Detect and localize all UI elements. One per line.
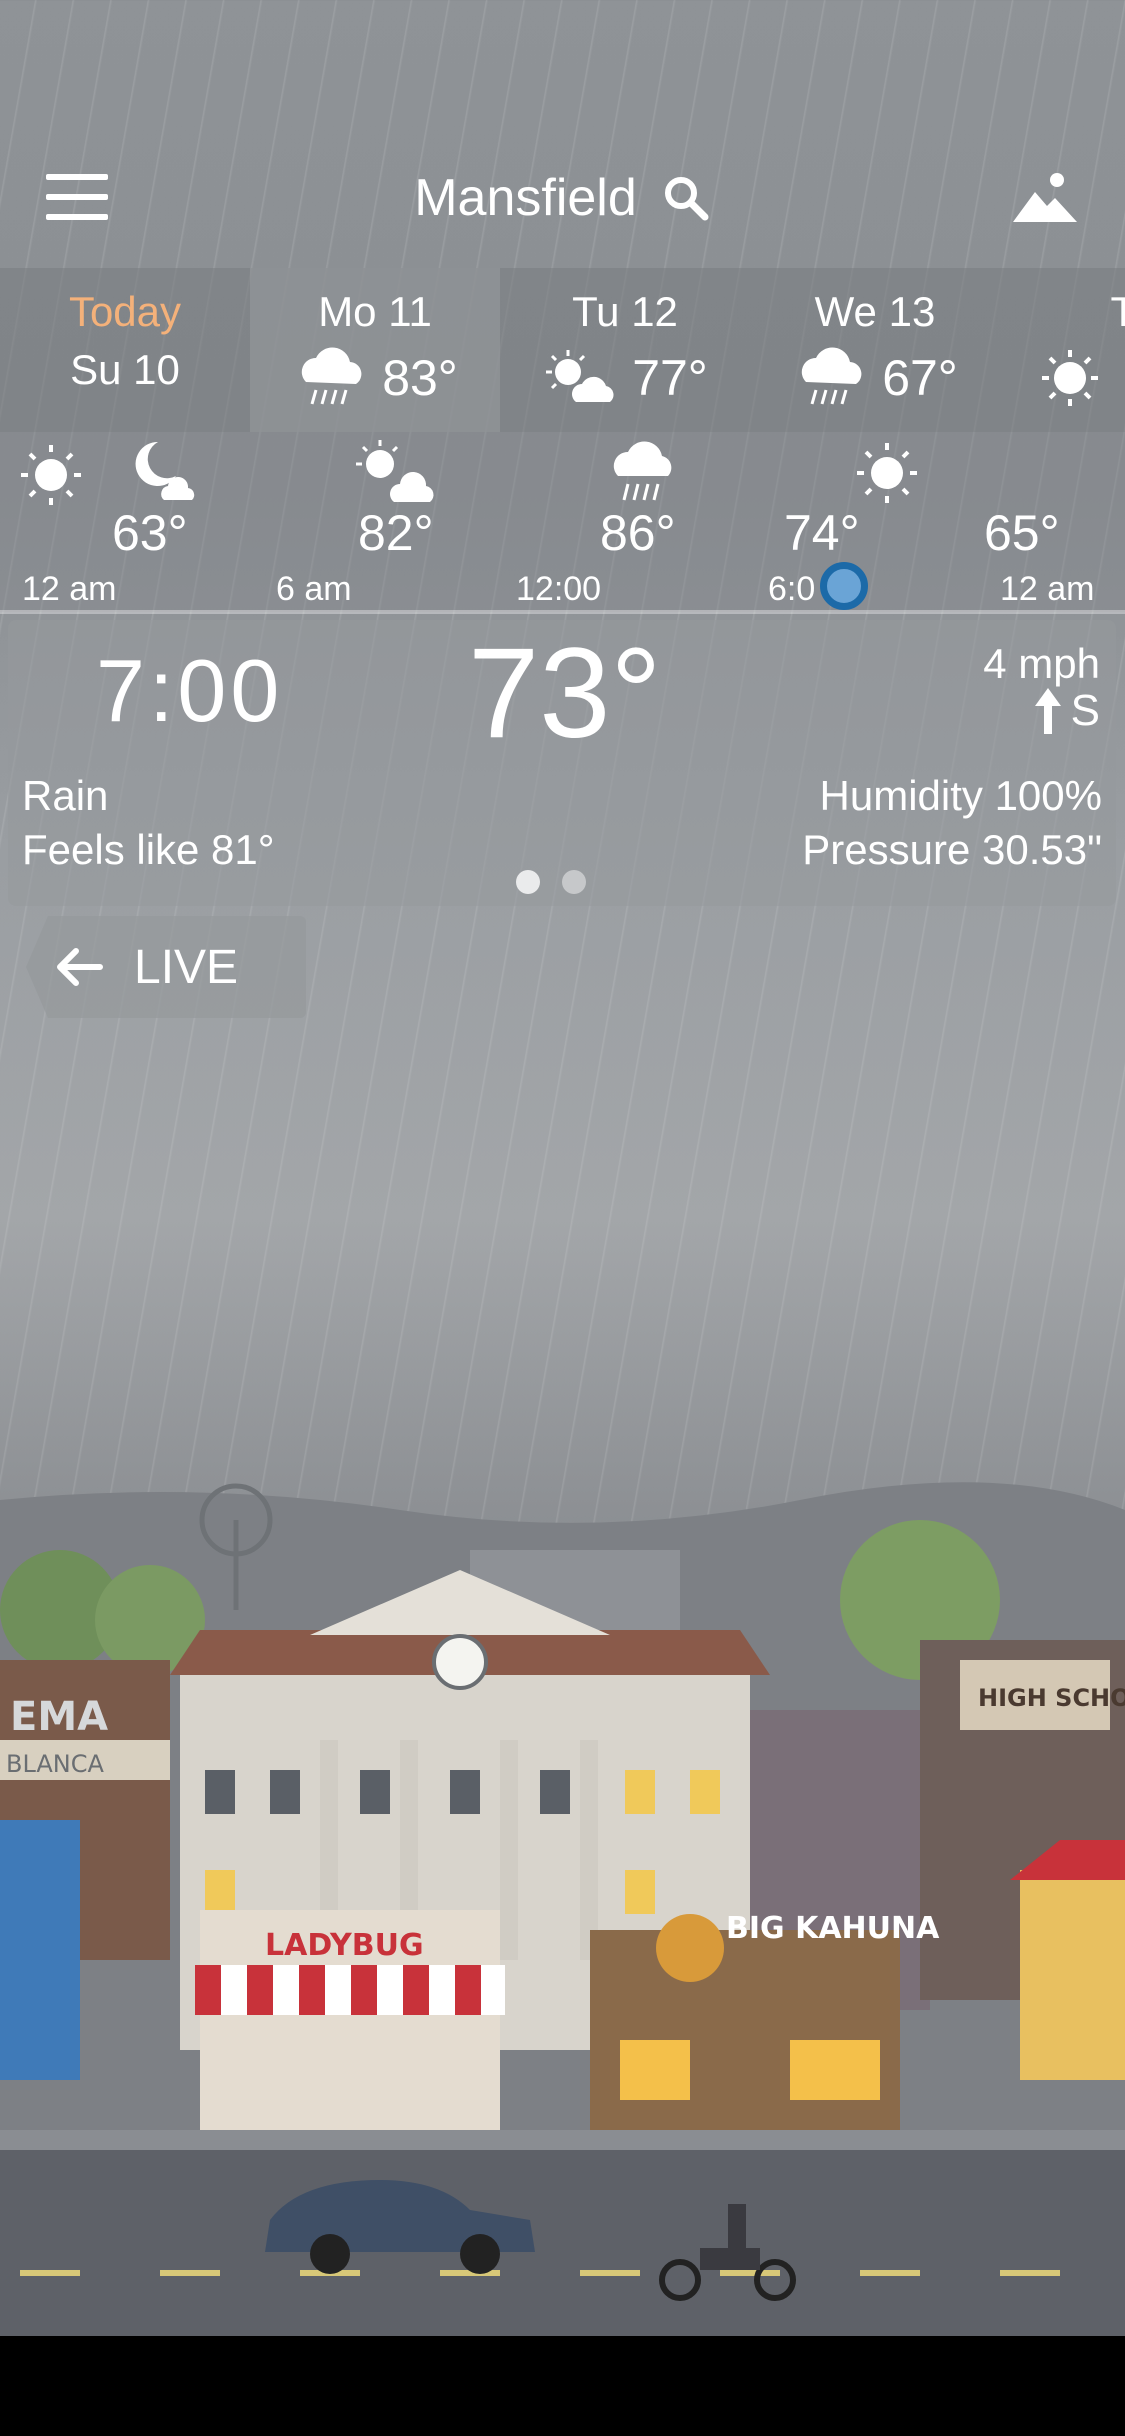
hour-label: 12:00 <box>516 570 602 608</box>
town-illustration: EMA BLANCA HIGH SCHOOL LADYBUG BIG KAHUN… <box>0 1482 1125 2340</box>
hour-label: 12 am <box>1000 570 1095 608</box>
day-mo-11[interactable]: Mo 11 83° <box>250 268 500 432</box>
day-name: Tu 12 <box>572 288 678 335</box>
burger-icon <box>656 1914 724 1982</box>
live-button[interactable]: LIVE <box>26 916 306 1018</box>
ladybug-sign: LADYBUG <box>265 1928 424 1963</box>
day-name: Mo 11 <box>318 288 432 335</box>
cinema-sign: EMA <box>10 1694 108 1740</box>
sun-icon <box>1042 350 1098 406</box>
selected-time: 7:00 <box>96 641 284 740</box>
hour-label: 6:0 <box>768 570 816 608</box>
day-temp: 83° <box>382 350 458 406</box>
current-temp: 73° <box>468 622 662 765</box>
wind-direction: S <box>1033 686 1100 736</box>
live-label: LIVE <box>134 940 239 994</box>
hour-temp: 74° <box>784 505 860 561</box>
day-name: Today <box>68 288 182 335</box>
day-strip: Today Su 10 Mo 11 83° Tu 12 77° We 13 67… <box>0 268 1125 432</box>
wind-dir-label: S <box>1070 686 1100 735</box>
sun-cloud-icon <box>356 440 434 502</box>
landscape-icon[interactable] <box>1013 170 1077 226</box>
timeline-track <box>0 610 1125 614</box>
hour-temp: 63° <box>112 505 188 561</box>
hour-temp: 65° <box>984 505 1060 561</box>
rain-cloud-icon <box>613 441 672 501</box>
humidity: Humidity 100% <box>819 772 1102 819</box>
day-we-13[interactable]: We 13 67° <box>750 268 1000 432</box>
day-name: Th <box>1110 288 1125 335</box>
hour-label: 12 am <box>22 570 117 608</box>
sun-cloud-icon <box>546 350 614 402</box>
feels-like: Feels like 81° <box>22 826 275 873</box>
awning <box>195 1965 505 2015</box>
day-temp: 67° <box>882 350 958 406</box>
day-tu-12[interactable]: Tu 12 77° <box>500 268 750 432</box>
rain-cloud-icon <box>801 347 862 405</box>
lit-window <box>790 2040 880 2100</box>
timeline-slider-knob[interactable] <box>820 562 868 610</box>
blue-house <box>0 1820 80 2080</box>
hour-label: 6 am <box>276 570 352 608</box>
rain-cloud-icon <box>301 347 362 405</box>
marquee-text: BLANCA <box>6 1750 105 1778</box>
day-temp: 77° <box>632 350 708 406</box>
page-dot <box>562 870 586 894</box>
arrow-left-icon <box>57 948 103 986</box>
pressure: Pressure 30.53" <box>802 826 1102 873</box>
day-date: Su 10 <box>70 346 180 393</box>
city-name[interactable]: Mansfield <box>414 168 637 228</box>
day-th[interactable]: Th <box>1000 268 1125 432</box>
yellow-house <box>1020 1870 1125 2080</box>
day-name: We 13 <box>814 288 936 335</box>
condition: Rain <box>22 772 109 819</box>
sidewalk <box>0 2130 1125 2150</box>
detail-card[interactable]: 7:00 73° 4 mph S Rain Feels like 81° Hum… <box>8 620 1116 906</box>
search-icon[interactable] <box>661 173 711 223</box>
page-dot-active <box>516 870 540 894</box>
big-kahuna-sign: BIG KAHUNA <box>726 1911 940 1946</box>
high-school-sign: HIGH SCHOOL <box>978 1684 1125 1712</box>
lit-window <box>620 2040 690 2100</box>
hourly-timeline[interactable]: 63° 82° 86° 74° 65° 12 am 6 am 12:00 6:0… <box>0 432 1125 614</box>
sun-icon <box>857 443 917 503</box>
hour-temp: 86° <box>600 505 676 561</box>
day-today[interactable]: Today Su 10 <box>0 268 250 432</box>
moon-cloud-icon <box>135 441 195 500</box>
page-indicator <box>516 870 586 894</box>
arrow-up-icon <box>1034 688 1061 734</box>
sun-icon <box>21 445 81 505</box>
street <box>0 2140 1125 2340</box>
system-nav-bar <box>0 2336 1125 2436</box>
clock <box>432 1634 488 1690</box>
header: Mansfield <box>0 150 1125 250</box>
hour-temp: 82° <box>358 505 434 561</box>
wind-speed: 4 mph <box>983 640 1100 687</box>
